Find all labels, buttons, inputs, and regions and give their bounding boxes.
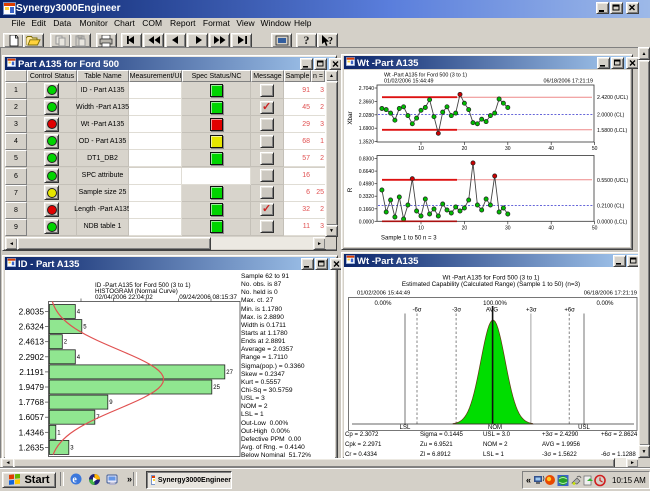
svg-text:0.6640: 0.6640 — [359, 169, 375, 175]
svg-text:-6σ = 1.1288: -6σ = 1.1288 — [601, 451, 636, 458]
svg-text:Sample 1 to 50 n = 3: Sample 1 to 50 n = 3 — [381, 236, 437, 242]
svg-text:Estimated Capability (Calculat: Estimated Capability (Calculated Range) … — [402, 281, 580, 288]
svg-text:Cp = 2.3072: Cp = 2.3072 — [345, 431, 379, 438]
svg-text:1.9479: 1.9479 — [19, 382, 45, 392]
svg-text:1.6900: 1.6900 — [359, 126, 375, 132]
svg-text:+3σ = 2.4290: +3σ = 2.4290 — [542, 431, 579, 438]
svg-text:09/24/2006 08:15:37: 09/24/2006 08:15:37 — [179, 294, 237, 301]
svg-text:50: 50 — [592, 226, 598, 232]
svg-text:LSL = 1: LSL = 1 — [483, 451, 505, 458]
svg-text:0.1660: 0.1660 — [359, 207, 375, 213]
svg-text:0.4980: 0.4980 — [359, 182, 375, 188]
svg-text:20: 20 — [462, 146, 468, 152]
svg-text:+3σ: +3σ — [526, 308, 537, 314]
svg-text:30: 30 — [505, 226, 511, 232]
svg-text:2.6324: 2.6324 — [19, 322, 45, 332]
svg-text:1.5800 (LCL): 1.5800 (LCL) — [597, 128, 628, 134]
svg-text:2.7040: 2.7040 — [359, 86, 375, 92]
svg-text:100.00%: 100.00% — [483, 301, 507, 307]
svg-text:LSL: LSL — [400, 425, 411, 431]
svg-text:2: 2 — [64, 340, 68, 346]
svg-text:Cpk = 2.2971: Cpk = 2.2971 — [345, 441, 382, 448]
svg-text:10: 10 — [418, 226, 424, 232]
svg-text:01/02/2006 15:44:49: 01/02/2006 15:44:49 — [357, 291, 410, 297]
svg-text:27: 27 — [226, 370, 233, 376]
svg-text:AVG = 1.9956: AVG = 1.9956 — [542, 441, 581, 448]
svg-text:10: 10 — [418, 146, 424, 152]
svg-text:R: R — [347, 187, 354, 192]
svg-text:40: 40 — [548, 146, 554, 152]
svg-text:0.2100 (CL): 0.2100 (CL) — [597, 203, 625, 209]
svg-text:+6σ: +6σ — [564, 308, 575, 314]
svg-text:0.0000 (LCL): 0.0000 (LCL) — [597, 219, 628, 225]
svg-text:Sigma = 0.1445: Sigma = 0.1445 — [420, 431, 463, 438]
svg-text:USL: USL — [578, 425, 590, 431]
svg-text:1.6057: 1.6057 — [19, 412, 45, 422]
svg-text:25: 25 — [213, 385, 220, 391]
svg-text:-3σ = 1.5622: -3σ = 1.5622 — [542, 451, 577, 458]
svg-text:1.2635: 1.2635 — [19, 442, 45, 452]
svg-text:Zu = 6.9521: Zu = 6.9521 — [420, 441, 453, 448]
svg-text:Xbar: Xbar — [347, 111, 354, 124]
svg-text:0.3320: 0.3320 — [359, 194, 375, 200]
svg-text:2.0000 (CL): 2.0000 (CL) — [597, 113, 625, 119]
svg-text:-3σ: -3σ — [452, 308, 461, 314]
svg-text:0.0000: 0.0000 — [359, 219, 375, 225]
svg-text:2.4613: 2.4613 — [19, 337, 45, 347]
svg-text:02/04/2006 22:04:02: 02/04/2006 22:04:02 — [95, 294, 153, 301]
svg-text:2.3660: 2.3660 — [359, 99, 375, 105]
svg-text:5: 5 — [83, 325, 87, 331]
svg-text:2.2902: 2.2902 — [19, 352, 45, 362]
svg-text:e: e — [72, 475, 77, 486]
svg-text:2.0280: 2.0280 — [359, 113, 375, 119]
svg-text:4: 4 — [77, 355, 81, 361]
svg-text:-6σ: -6σ — [412, 308, 421, 314]
svg-text:1.4346: 1.4346 — [19, 427, 45, 437]
svg-text:NOM = 2: NOM = 2 — [483, 441, 508, 448]
svg-text:06/18/2006 17:21:19: 06/18/2006 17:21:19 — [544, 79, 593, 85]
svg-text:USL = 3.0: USL = 3.0 — [483, 431, 511, 438]
svg-text:2.8035: 2.8035 — [19, 307, 45, 317]
svg-text:50: 50 — [592, 146, 598, 152]
svg-text:Zl = 6.8912: Zl = 6.8912 — [420, 451, 451, 458]
svg-text:06/18/2006 17:21:19: 06/18/2006 17:21:19 — [584, 291, 637, 297]
svg-text:2.4200 (UCL): 2.4200 (UCL) — [597, 95, 628, 101]
svg-text:30: 30 — [505, 146, 511, 152]
svg-text:3: 3 — [70, 445, 74, 451]
svg-text:9: 9 — [109, 400, 113, 406]
svg-text:40: 40 — [548, 226, 554, 232]
svg-text:0.8300: 0.8300 — [359, 157, 375, 163]
svg-text:1.7768: 1.7768 — [19, 397, 45, 407]
svg-text:01/02/2006 15:44:49: 01/02/2006 15:44:49 — [384, 79, 433, 85]
svg-text:2.1191: 2.1191 — [19, 367, 44, 377]
svg-text:0.00%: 0.00% — [596, 301, 614, 307]
svg-text:+6σ = 2.8624: +6σ = 2.8624 — [601, 431, 638, 438]
svg-text:20: 20 — [462, 226, 468, 232]
svg-text:1.3520: 1.3520 — [359, 140, 375, 146]
svg-text:Cr = 0.4334: Cr = 0.4334 — [345, 451, 378, 458]
svg-text:1: 1 — [57, 430, 61, 436]
svg-text:4: 4 — [77, 310, 81, 316]
svg-text:0.00%: 0.00% — [374, 301, 392, 307]
svg-text:0.5500 (UCL): 0.5500 (UCL) — [597, 178, 628, 184]
